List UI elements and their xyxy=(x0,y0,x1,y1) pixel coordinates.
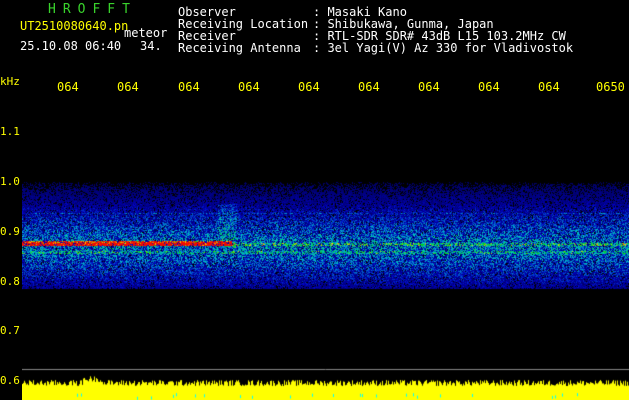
file-name: UT2510080640.pn xyxy=(20,19,129,33)
header-panel: HROFFT UT2510080640.pn meteor 25.10.08 0… xyxy=(0,0,629,72)
x-tick-1: 064 xyxy=(57,80,79,94)
x-tick-8: 064 xyxy=(478,80,500,94)
y-tick-1-1: 1.1 xyxy=(0,125,20,138)
spectrogram-plot xyxy=(22,98,629,400)
x-tick-9: 064 xyxy=(538,80,560,94)
y-unit-label: kHz xyxy=(0,75,20,88)
y-tick-0-8: 0.8 xyxy=(0,275,20,288)
x-tick-5: 064 xyxy=(298,80,320,94)
x-tick-10: 0650 xyxy=(596,80,625,94)
x-tick-2: 064 xyxy=(117,80,139,94)
brand-title: HROFFT xyxy=(48,2,137,17)
x-tick-7: 064 xyxy=(418,80,440,94)
y-tick-0-9: 0.9 xyxy=(0,225,20,238)
y-tick-0-7: 0.7 xyxy=(0,324,20,337)
count-value: 34. xyxy=(140,39,162,53)
y-tick-1-0: 1.0 xyxy=(0,175,20,188)
date-time: 25.10.08 06:40 xyxy=(20,39,122,53)
spectrogram-canvas xyxy=(22,98,629,400)
file-type-label: meteor xyxy=(124,26,168,40)
x-tick-6: 064 xyxy=(358,80,380,94)
y-tick-0-6: 0.6 xyxy=(0,374,20,387)
x-tick-3: 064 xyxy=(178,80,200,94)
x-tick-4: 064 xyxy=(238,80,260,94)
antenna-value: : 3el Yagi(V) Az 330 for Vladivostok xyxy=(313,41,574,55)
antenna-label: Receiving Antenna xyxy=(178,41,301,55)
